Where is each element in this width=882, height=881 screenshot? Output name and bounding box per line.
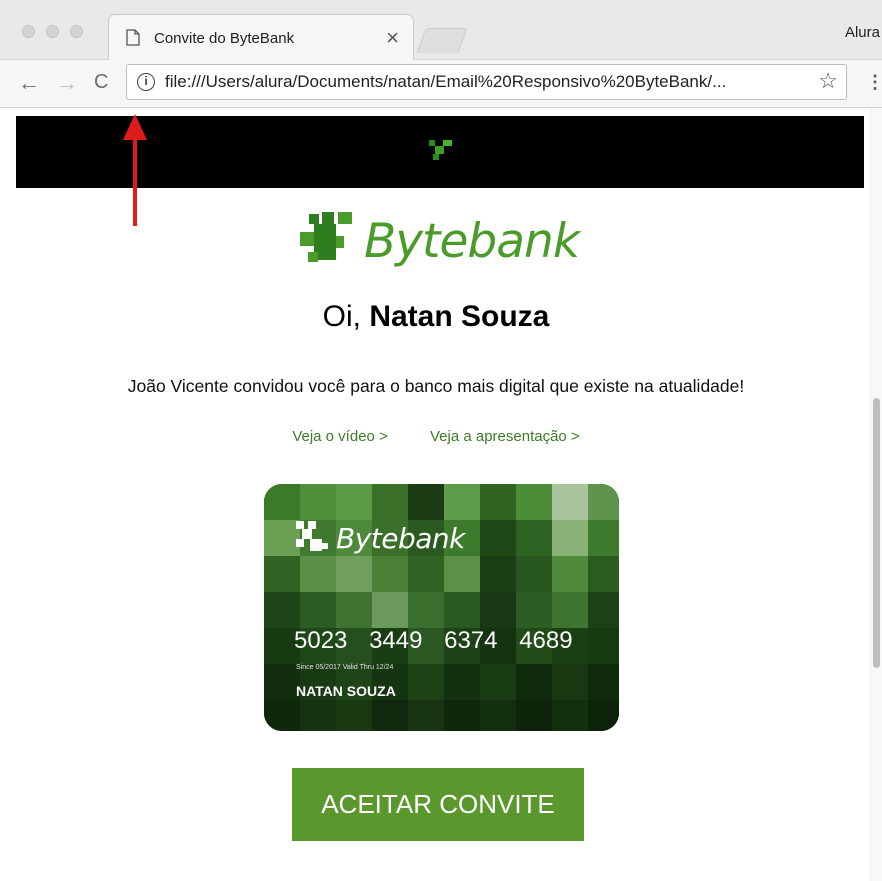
page-icon <box>126 29 140 46</box>
card-number-group-3: 6374 <box>444 627 498 654</box>
bookmark-star-icon[interactable]: ☆ <box>818 68 838 94</box>
card-logo-icon <box>296 521 328 551</box>
tab-convite-bytebank[interactable]: Convite do ByteBank × <box>108 14 414 60</box>
vertical-scrollbar[interactable] <box>870 108 882 881</box>
browser-menu-icon[interactable]: ⋮ <box>866 72 882 93</box>
minimize-window-button[interactable] <box>46 25 59 38</box>
profile-name[interactable]: Alura <box>845 24 880 41</box>
card-validity: Since 05/2017 Valid Thru 12/24 <box>296 664 394 671</box>
card-number-group-4: 4689 <box>519 627 573 654</box>
card-number-group-2: 3449 <box>369 627 423 654</box>
greeting-heading: Oi, Natan Souza <box>0 300 872 334</box>
scrollbar-thumb[interactable] <box>873 398 880 668</box>
watch-video-link[interactable]: Veja o vídeo > <box>292 428 388 445</box>
tab-close-icon[interactable]: × <box>386 25 399 51</box>
bytebank-mark-icon <box>429 140 452 160</box>
greeting-name: Natan Souza <box>369 300 550 333</box>
links-row: Veja o vídeo > Veja a apresentação > <box>0 428 872 445</box>
bytebank-logo-icon <box>300 212 352 262</box>
browser-window: Convite do ByteBank × Alura ← → C i file… <box>0 0 882 881</box>
url-text[interactable]: file:///Users/alura/Documents/natan/Emai… <box>165 72 726 92</box>
card-holder-name: NATAN SOUZA <box>296 683 396 699</box>
card-number: 5023 3449 6374 4689 <box>294 627 588 655</box>
credit-card-image: Bytebank 5023 3449 6374 4689 Since 05/20… <box>264 484 619 731</box>
accept-invite-button[interactable]: ACEITAR CONVITE <box>292 768 584 841</box>
close-window-button[interactable] <box>22 25 35 38</box>
back-arrow-icon[interactable]: ← <box>18 70 40 96</box>
info-icon[interactable]: i <box>137 73 155 91</box>
tab-title: Convite do ByteBank <box>154 30 295 47</box>
card-brand: Bytebank <box>336 522 465 555</box>
annotation-arrow-icon <box>123 114 147 226</box>
brand-name: Bytebank <box>364 214 580 269</box>
invite-text: João Vicente convidou você para o banco … <box>127 376 745 396</box>
forward-arrow-icon[interactable]: → <box>56 70 78 96</box>
greeting-prefix: Oi, <box>322 300 370 333</box>
zoom-window-button[interactable] <box>70 25 83 38</box>
browser-toolbar: ← → C i file:///Users/alura/Documents/na… <box>0 60 882 108</box>
presentation-link[interactable]: Veja a apresentação > <box>430 428 580 445</box>
address-bar[interactable]: i file:///Users/alura/Documents/natan/Em… <box>126 64 847 100</box>
card-number-group-1: 5023 <box>294 627 348 654</box>
reload-icon[interactable]: C <box>94 71 108 94</box>
tab-strip: Convite do ByteBank × Alura <box>0 0 882 60</box>
new-tab-button[interactable] <box>416 28 468 53</box>
